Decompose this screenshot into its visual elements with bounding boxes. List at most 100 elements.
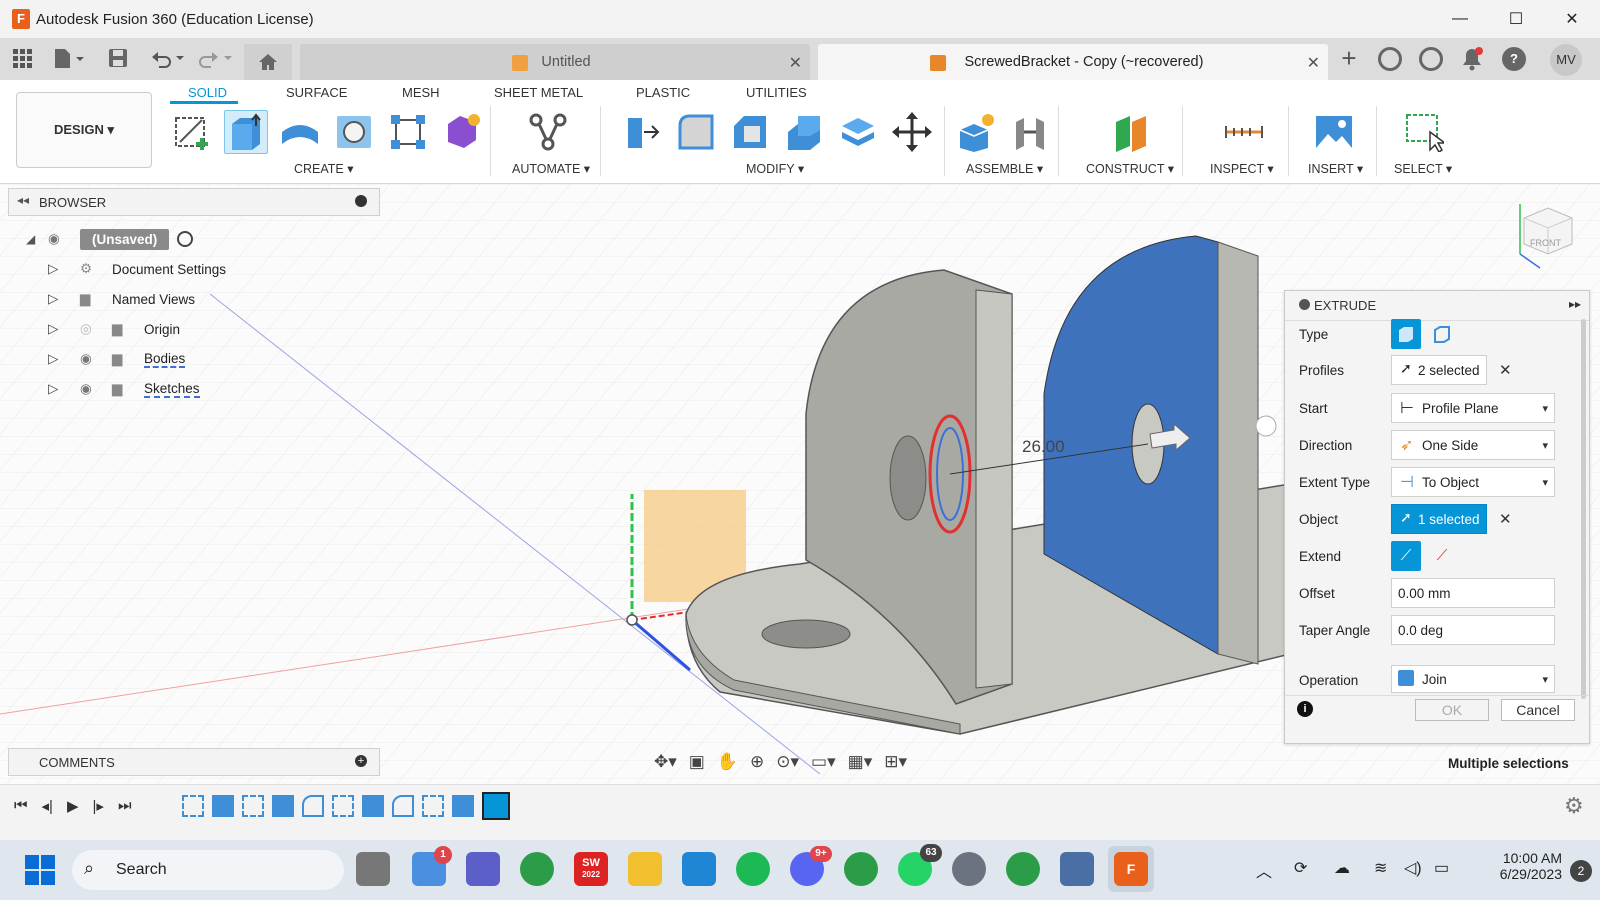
pattern-icon[interactable] xyxy=(386,110,430,154)
maximize-button[interactable]: ☐ xyxy=(1488,0,1544,38)
spotify-icon[interactable] xyxy=(736,852,770,886)
extent-type-dropdown[interactable]: ⊣ To Object xyxy=(1391,467,1555,497)
expand-icon[interactable]: ▷ xyxy=(48,261,80,277)
profiles-selector[interactable]: ➚ 2 selected xyxy=(1391,355,1487,385)
expand-dialog-icon[interactable]: ▸▸ xyxy=(1569,297,1581,311)
chrome-profile-icon[interactable] xyxy=(844,852,878,886)
hole-icon[interactable] xyxy=(332,110,376,154)
avatar[interactable]: MV xyxy=(1550,44,1582,76)
object-selector[interactable]: ➚ 1 selected xyxy=(1391,504,1487,534)
tree-item-origin[interactable]: ▷ ◎ ▆ Origin xyxy=(26,314,386,344)
select-menu[interactable]: SELECT ▾ xyxy=(1394,161,1452,176)
create-menu[interactable]: CREATE ▾ xyxy=(294,161,354,176)
fillet-icon[interactable] xyxy=(674,110,718,154)
solidworks-icon[interactable]: SW 2022 xyxy=(574,852,608,886)
expand-icon[interactable]: ▷ xyxy=(48,321,80,337)
ok-button[interactable]: OK xyxy=(1415,699,1489,721)
file-explorer-icon[interactable] xyxy=(628,852,662,886)
dialog-minimize-icon[interactable] xyxy=(1299,299,1310,310)
timeline-sketch-icon[interactable] xyxy=(242,795,264,817)
create-sketch-icon[interactable] xyxy=(170,110,214,154)
modify-menu[interactable]: MODIFY ▾ xyxy=(746,161,804,176)
insert-menu[interactable]: INSERT ▾ xyxy=(1308,161,1363,176)
measure-icon[interactable] xyxy=(1222,110,1266,154)
fit-icon[interactable]: ⊙▾ xyxy=(776,752,799,772)
close-tab-icon[interactable]: ✕ xyxy=(789,53,802,73)
type-thin-button[interactable] xyxy=(1427,319,1457,349)
browser-root[interactable]: ◢ ◉ (Unsaved) xyxy=(26,224,386,254)
press-pull-icon[interactable] xyxy=(620,110,664,154)
tab-plastic[interactable]: PLASTIC xyxy=(636,85,690,100)
browser-pin-icon[interactable] xyxy=(355,195,367,207)
zoom-icon[interactable]: ⊕ xyxy=(750,752,764,772)
info-icon[interactable]: i xyxy=(1297,701,1313,717)
vscode-icon[interactable] xyxy=(682,852,716,886)
taper-angle-input[interactable]: 0.0 deg xyxy=(1391,615,1555,645)
save-icon[interactable] xyxy=(108,48,128,68)
discord-icon[interactable]: 9+ xyxy=(790,846,832,886)
whatsapp-icon[interactable]: 63 xyxy=(898,844,942,886)
new-component-icon[interactable] xyxy=(954,110,998,154)
insert-image-icon[interactable] xyxy=(1312,110,1356,154)
joint-icon[interactable] xyxy=(1008,110,1052,154)
add-comment-icon[interactable]: + xyxy=(355,755,367,767)
form-icon[interactable] xyxy=(440,110,484,154)
display-settings-icon[interactable]: ▭▾ xyxy=(811,752,836,772)
show-hidden-icons[interactable]: ︿ xyxy=(1256,858,1272,882)
combine-icon[interactable] xyxy=(836,110,880,154)
home-icon[interactable] xyxy=(244,44,292,80)
collapse-browser-icon[interactable]: ◂◂ xyxy=(17,193,29,207)
timeline-fillet-icon[interactable] xyxy=(392,795,414,817)
fusion360-taskbar-icon[interactable]: F xyxy=(1114,852,1148,886)
step-forward-icon[interactable]: |▸ xyxy=(93,797,104,815)
visibility-eye-icon[interactable]: ◉ xyxy=(80,381,112,397)
chamfer-icon[interactable] xyxy=(728,110,772,154)
tab-utilities[interactable]: UTILITIES xyxy=(746,85,807,100)
tab-screwedbracket[interactable]: ScrewedBracket - Copy (~recovered) ✕ xyxy=(818,44,1328,80)
tab-untitled[interactable]: Untitled ✕ xyxy=(300,44,810,80)
step-back-icon[interactable]: ◂| xyxy=(42,797,53,815)
timeline-extrude-icon[interactable] xyxy=(362,795,384,817)
select-icon[interactable] xyxy=(1402,110,1446,154)
new-tab-icon[interactable]: + xyxy=(1336,45,1362,72)
go-to-end-icon[interactable]: ⏭ xyxy=(118,797,132,815)
clock[interactable]: 10:00 AM 6/29/2023 xyxy=(1470,850,1562,882)
timeline-extrude-icon[interactable] xyxy=(212,795,234,817)
tree-item-bodies[interactable]: ▷ ◉ ▆ Bodies xyxy=(26,344,386,374)
activate-radio-icon[interactable] xyxy=(177,231,194,247)
hidden-eye-icon[interactable]: ◎ xyxy=(80,321,112,337)
start-icon[interactable] xyxy=(24,854,56,886)
battery-icon[interactable]: ▭ xyxy=(1434,858,1449,878)
tab-sheet-metal[interactable]: SHEET METAL xyxy=(494,85,583,100)
apps-grid-icon[interactable] xyxy=(12,48,32,68)
settings-gear-icon[interactable] xyxy=(952,852,986,886)
offset-plane-icon[interactable] xyxy=(1110,110,1154,154)
extrude-icon[interactable] xyxy=(224,110,268,154)
go-to-start-icon[interactable]: ⏮ xyxy=(14,797,28,815)
start-dropdown[interactable]: ⊢ Profile Plane xyxy=(1391,393,1555,423)
timeline-sketch-icon[interactable] xyxy=(182,795,204,817)
close-tab-icon[interactable]: ✕ xyxy=(1307,53,1320,73)
timeline-sketch-icon[interactable] xyxy=(332,795,354,817)
expand-icon[interactable]: ▷ xyxy=(48,351,80,367)
operation-dropdown[interactable]: Join xyxy=(1391,665,1555,693)
tab-solid[interactable]: SOLID xyxy=(188,85,227,100)
dialog-scrollbar[interactable] xyxy=(1581,319,1586,699)
notifications-icon[interactable] xyxy=(1460,47,1484,71)
timeline-sketch-icon[interactable] xyxy=(422,795,444,817)
undo-icon[interactable] xyxy=(150,48,186,68)
cancel-button[interactable]: Cancel xyxy=(1501,699,1575,721)
timeline-extrude-icon[interactable] xyxy=(452,795,474,817)
grid-settings-icon[interactable]: ▦▾ xyxy=(848,752,873,772)
minimize-button[interactable]: — xyxy=(1432,0,1488,38)
onedrive-weather-icon[interactable]: 1 xyxy=(412,846,452,886)
type-solid-button[interactable] xyxy=(1391,319,1421,349)
visibility-eye-icon[interactable]: ◉ xyxy=(48,231,80,247)
automate-icon[interactable] xyxy=(526,110,570,154)
task-manager-icon[interactable] xyxy=(1060,852,1094,886)
clear-profiles-icon[interactable]: ✕ xyxy=(1499,361,1512,379)
visibility-eye-icon[interactable]: ◉ xyxy=(80,351,112,367)
timeline-settings-gear-icon[interactable]: ⚙ xyxy=(1564,793,1584,819)
pan-icon[interactable]: ✋ xyxy=(717,752,738,772)
look-at-icon[interactable]: ▣ xyxy=(689,752,705,772)
